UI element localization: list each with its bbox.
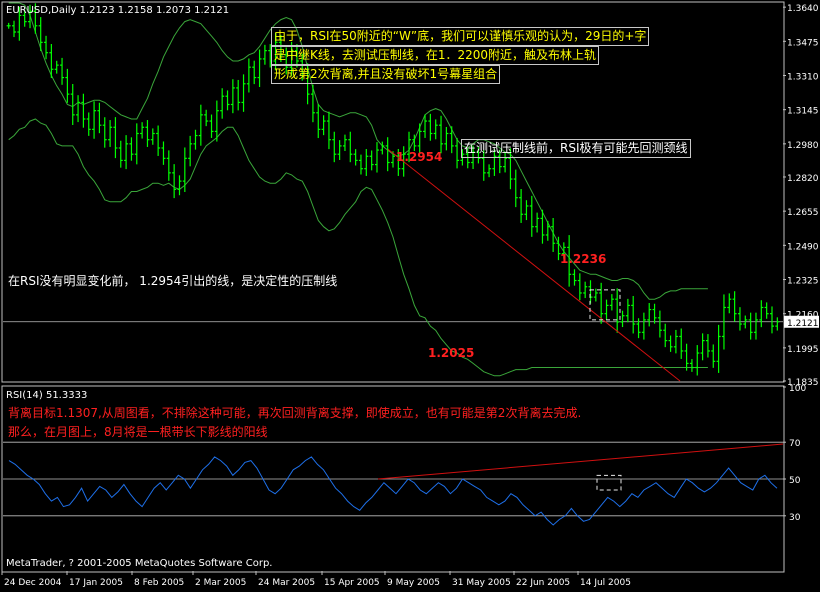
level-label-1-2025: 1.2025	[428, 346, 475, 360]
y-tick-label: 1.2820	[787, 174, 819, 184]
annotation-top-line3: 形成第2次背离,并且没有破坏1号幕星组合	[271, 65, 501, 84]
annotation-right-note: 在测试压制线前，RSI极有可能先回测颈线	[461, 139, 691, 158]
level-label-1-2236: 1.2236	[560, 252, 607, 266]
x-tick-label: 17 Jan 2005	[69, 578, 123, 588]
rsi-tick-label: 50	[789, 476, 801, 486]
x-tick-label: 24 Mar 2005	[258, 578, 315, 588]
level-label-1-2954: 1.2954	[396, 150, 443, 164]
chart-root: 1.3640 1.3475 1.3310 1.3145 1.2980 1.2820 1.26…	[0, 0, 820, 588]
rsi-tick-label: 100	[789, 384, 806, 394]
annotation-top-line1: 由于，RSI在50附近的“W”底，我们可以谨慎乐观的认为，29日的+字	[271, 27, 650, 46]
rsi-header: RSI(14) 51.3333	[6, 390, 88, 401]
annotation-right-note-text: 在测试压制线前，RSI极有可能先回测颈线	[461, 139, 691, 158]
last-price-label: 1.2121	[787, 319, 819, 329]
x-tick-label: 14 Jul 2005	[580, 578, 631, 588]
x-tick-label: 8 Feb 2005	[134, 578, 184, 588]
main-chart-header: EURUSD,Daily 1.2123 1.2158 1.2073 1.2121	[6, 5, 230, 16]
y-tick-label: 1.3145	[787, 107, 819, 117]
annotation-rsi-line2: 那么，在月图上，8月将是一根带长下影线的阳线	[8, 425, 268, 439]
chart-canvas: 1.3640 1.3475 1.3310 1.3145 1.2980 1.2820 1.26…	[0, 0, 820, 588]
y-tick-label: 1.2325	[787, 277, 819, 287]
y-tick-label: 1.1995	[787, 345, 819, 355]
y-tick-label: 1.3475	[787, 38, 819, 48]
y-tick-label: 1.3310	[787, 72, 819, 82]
annotation-top-line2: 是中继K线，去测试压制线，在1．2200附近，触及布林上轨	[271, 46, 600, 65]
annotation-left-note: 在RSI没有明显变化前， 1.2954引出的线，是决定性的压制线	[8, 274, 338, 288]
x-tick-label: 24 Dec 2004	[4, 578, 62, 588]
y-tick-label: 1.3640	[787, 4, 819, 14]
y-tick-label: 1.2490	[787, 242, 819, 252]
annotation-top-block: 由于，RSI在50附近的“W”底，我们可以谨慎乐观的认为，29日的+字 是中继K…	[271, 27, 650, 84]
rsi-tick-label: 30	[789, 513, 801, 523]
y-tick-label: 1.2655	[787, 208, 819, 218]
rsi-tick-label: 70	[789, 439, 801, 449]
annotation-rsi-block: 背离目标1.1307,从周图看，不排除这种可能，再次回测背离支撑，即使成立，也有…	[8, 405, 581, 441]
x-tick-label: 31 May 2005	[452, 578, 511, 588]
copyright-text: MetaTrader, ? 2001-2005 MetaQuotes Softw…	[6, 558, 273, 569]
x-tick-label: 9 May 2005	[387, 578, 440, 588]
x-tick-label: 15 Apr 2005	[324, 578, 380, 588]
annotation-rsi-line1: 背离目标1.1307,从周图看，不排除这种可能，再次回测背离支撑，即使成立，也有…	[8, 406, 582, 420]
x-tick-label: 22 Jun 2005	[516, 578, 570, 588]
y-tick-label: 1.2980	[787, 141, 819, 151]
x-tick-label: 2 Mar 2005	[195, 578, 246, 588]
